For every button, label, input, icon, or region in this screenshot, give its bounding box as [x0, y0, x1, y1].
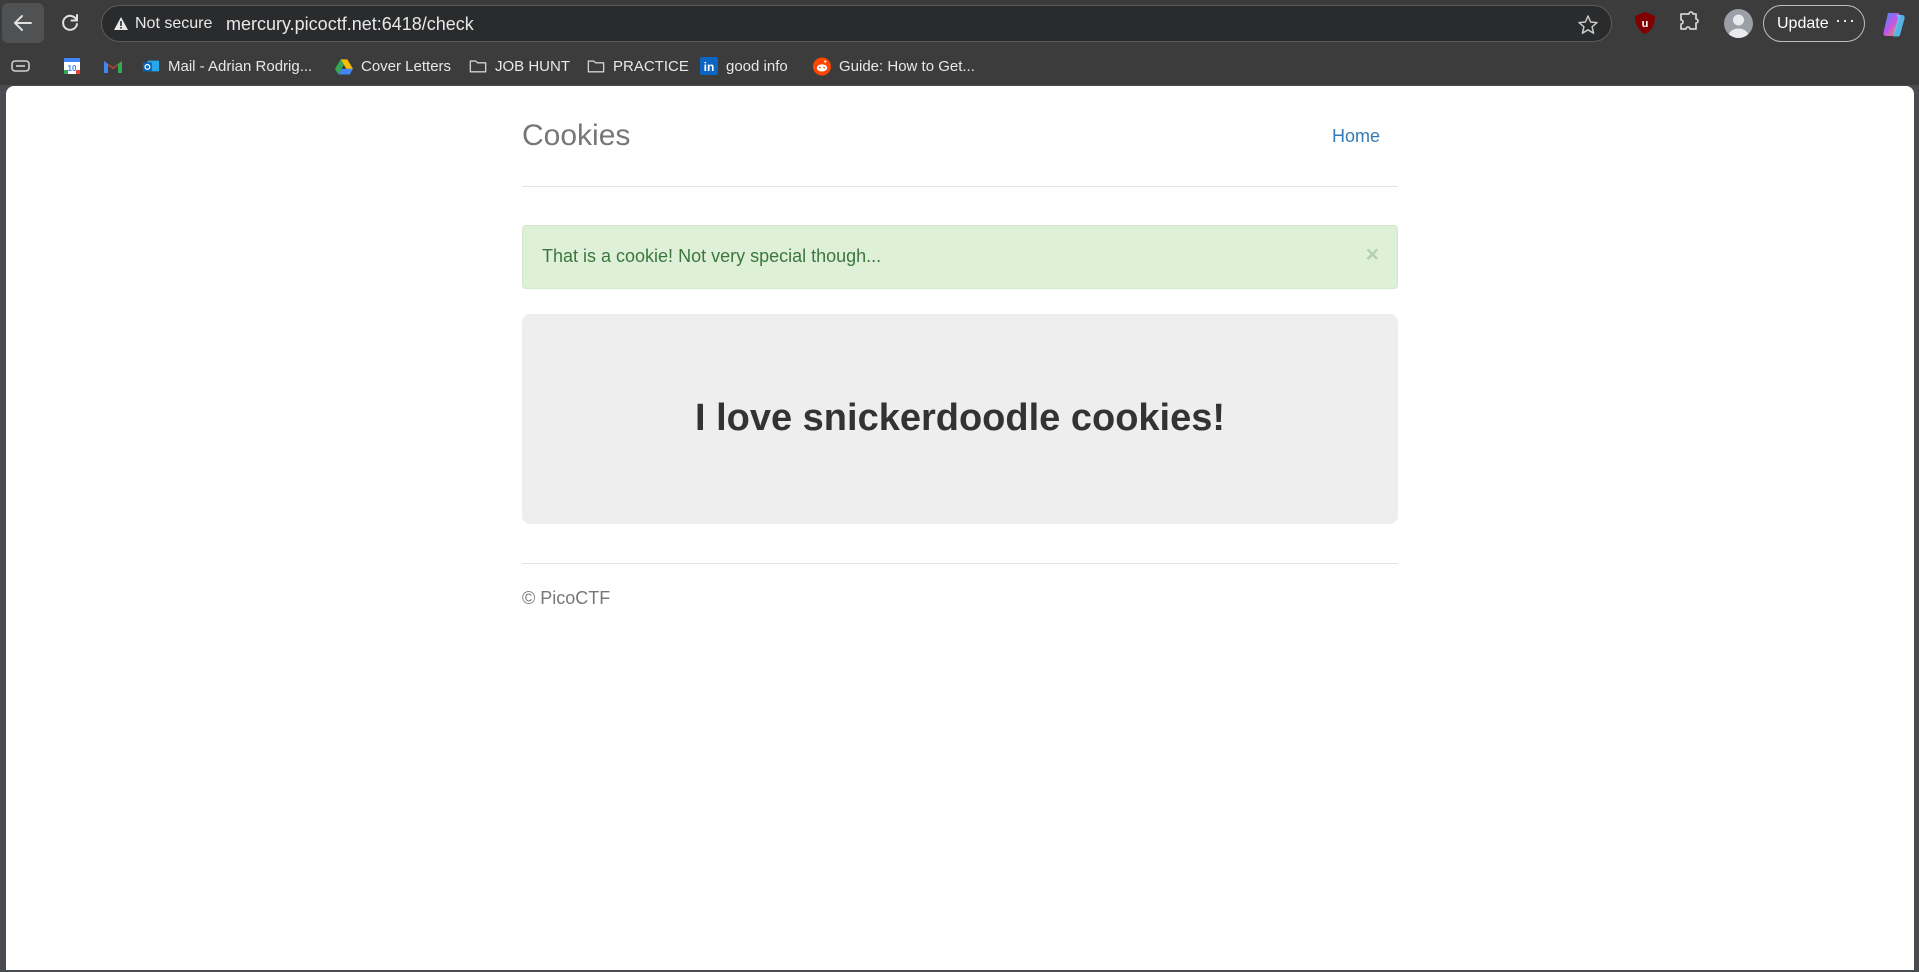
alert-message: That is a cookie! Not very special thoug… [542, 246, 882, 266]
header-divider [522, 186, 1398, 187]
bookmark-label: Guide: How to Get... [839, 57, 975, 75]
bookmark-folder-job-hunt[interactable]: JOB HUNT [469, 47, 570, 85]
gmail-icon [104, 61, 122, 73]
success-alert: That is a cookie! Not very special thoug… [522, 225, 1398, 289]
update-label: Update [1777, 15, 1829, 32]
ublock-origin-icon[interactable]: u [1634, 11, 1656, 35]
copilot-icon[interactable] [1879, 9, 1909, 39]
reload-button[interactable] [52, 4, 88, 42]
bookmark-guide[interactable]: Guide: How to Get... [813, 47, 975, 85]
url-text[interactable]: mercury.picoctf.net:6418/check [226, 14, 474, 35]
google-drive-icon [335, 57, 353, 75]
more-menu-icon[interactable]: ··· [1835, 10, 1856, 31]
jumbotron: I love snickerdoodle cookies! [522, 314, 1398, 524]
bookmark-label: Cover Letters [361, 57, 452, 75]
nav-home-link[interactable]: Home [1332, 126, 1380, 147]
linkedin-icon: in [700, 57, 718, 75]
browser-toolbar: Not secure mercury.picoctf.net:6418/chec… [0, 0, 1919, 47]
bookmark-mail[interactable]: Mail - Adrian Rodrig... [142, 47, 312, 85]
bookmark-folder-practice[interactable]: PRACTICE [587, 47, 689, 85]
star-icon[interactable] [1577, 14, 1599, 36]
reload-icon [62, 14, 78, 31]
bookmark-label: PRACTICE [613, 57, 689, 75]
warning-icon [114, 17, 128, 30]
tab-strip-button[interactable] [11, 47, 31, 85]
bookmark-label: JOB HUNT [495, 57, 570, 75]
google-calendar-icon: 10 [64, 58, 80, 74]
update-button[interactable]: Update ··· [1763, 5, 1865, 42]
profile-avatar[interactable] [1724, 9, 1753, 38]
bookmark-good-info[interactable]: in good info [700, 47, 788, 85]
footer-divider [522, 563, 1398, 564]
bookmark-label: Mail - Adrian Rodrig... [168, 57, 313, 75]
footer-copyright: © PicoCTF [522, 588, 611, 608]
page-title: Cookies [522, 119, 631, 152]
folder-icon [469, 57, 487, 75]
close-icon[interactable]: × [1366, 241, 1379, 268]
bookmark-cover-letters[interactable]: Cover Letters [335, 47, 451, 85]
folder-icon [587, 57, 605, 75]
reddit-icon [813, 57, 831, 75]
address-bar[interactable]: Not secure mercury.picoctf.net:6418/chec… [101, 5, 1612, 42]
back-button[interactable] [2, 3, 44, 43]
arrow-left-icon [14, 15, 32, 31]
page-viewport: Cookies Home That is a cookie! Not very … [6, 86, 1914, 970]
svg-text:in: in [704, 60, 715, 74]
bookmark-label: good info [726, 57, 788, 75]
bookmark-gmail[interactable] [103, 47, 123, 85]
jumbotron-heading: I love snickerdoodle cookies! [694, 397, 1226, 439]
security-status[interactable]: Not secure [135, 15, 212, 33]
person-icon [1728, 14, 1749, 38]
bookmarks-bar: 10 Mail - Adrian Rodrig... Cover Letters… [0, 47, 1919, 85]
extensions-puzzle-icon[interactable] [1677, 11, 1701, 35]
svg-text:u: u [1642, 18, 1649, 30]
tab-search-icon [11, 60, 30, 72]
bookmark-google-calendar[interactable]: 10 [63, 47, 81, 85]
svg-text:10: 10 [68, 64, 77, 73]
outlook-icon [142, 57, 160, 75]
